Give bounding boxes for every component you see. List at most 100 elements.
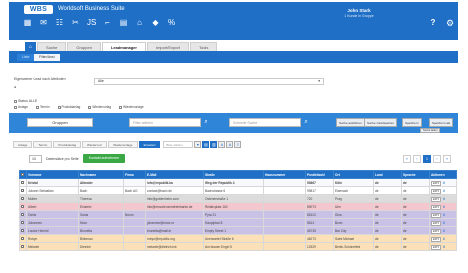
page-button[interactable]: › xyxy=(433,155,441,163)
home-icon[interactable]: ▦ xyxy=(23,18,32,27)
delete-icon[interactable]: ⨯ xyxy=(442,244,446,249)
view-option-button[interactable]: ▤ xyxy=(202,141,210,148)
quick-search-input[interactable]: Schnelle Suche xyxy=(229,118,301,127)
table-row[interactable]: Mutter Theresa info@goldenheim.com Osteners… xyxy=(19,194,457,203)
row-checkbox[interactable] xyxy=(21,180,24,184)
view-option-button[interactable]: ▥ xyxy=(210,141,218,148)
status-label[interactable]: Status ALLE xyxy=(14,99,37,103)
status-filter-option[interactable]: Anlage xyxy=(14,105,28,109)
delete-icon[interactable]: ⨯ xyxy=(442,236,446,241)
edit-button[interactable]: EDIT xyxy=(431,228,441,234)
delete-icon[interactable]: ⨯ xyxy=(442,188,446,193)
row-checkbox[interactable] xyxy=(21,236,24,240)
status-filter-checkbox[interactable] xyxy=(119,106,123,109)
page-button[interactable]: « xyxy=(403,155,411,163)
edit-button[interactable]: EDIT xyxy=(431,236,441,242)
delete-icon[interactable]: ⨯ xyxy=(442,180,446,185)
table-row[interactable]: Louise Henriot Brunetta brunetta@mail.ie Em… xyxy=(19,226,457,235)
table-row[interactable]: Johann Sebastian Bach Bach AG contact@bach.… xyxy=(19,186,457,195)
filter-search-icon[interactable]: ⌕ xyxy=(202,118,210,127)
select-all-header[interactable] xyxy=(19,170,27,179)
tab-tools[interactable]: Tools xyxy=(189,42,218,51)
quick-filter-button[interactable]: Anlage xyxy=(13,141,33,148)
tab-gruppen[interactable]: Gruppen xyxy=(67,42,101,51)
table-row[interactable]: Melanie Dietrich melanie@dietrich.ink Am bl… xyxy=(19,242,457,251)
chart-icon[interactable]: ⌐ xyxy=(103,18,112,27)
tab-leadmanager[interactable]: Leadmanager xyxy=(101,42,146,51)
settings-gear-icon[interactable]: ⚙ xyxy=(445,18,455,28)
table-row[interactable]: Osiris Gosis Noom Pyra 21 65113 Giza de de EDIT ⨯ xyxy=(19,210,457,219)
page-button[interactable]: » xyxy=(443,155,451,163)
table-row[interactable]: Albert Einstein info@emcotenzerafreiebarke… xyxy=(19,202,457,211)
status-filter-checkbox[interactable] xyxy=(88,106,92,109)
tab-home-icon[interactable]: ⌂ xyxy=(25,42,37,51)
view-option-button[interactable]: ▾ xyxy=(194,141,202,148)
tab-suche[interactable]: Suche xyxy=(37,42,67,51)
status-filter-option[interactable]: Wiedervorlage xyxy=(119,105,144,109)
status-filter-option[interactable]: Termin xyxy=(35,105,50,109)
groups-button[interactable]: Gruppen xyxy=(27,118,93,127)
delete-icon[interactable]: ⨯ xyxy=(442,212,446,217)
leads-filter-select[interactable]: Alle ▾ xyxy=(94,78,324,85)
table-row[interactable]: Johannes Moor johannes@moor.or Hauptpfad 8 5… xyxy=(19,218,457,227)
subtab-filter[interactable]: Filter/Ansi xyxy=(34,54,60,61)
run-search-button[interactable]: Suche ausführen xyxy=(336,118,365,127)
status-filter-option[interactable]: Produktanlag xyxy=(57,105,80,109)
load-search-button[interactable]: Suche laden xyxy=(420,128,441,133)
status-filter-checkbox[interactable] xyxy=(35,106,39,109)
view-option-button[interactable]: ≡ xyxy=(234,141,242,148)
row-checkbox[interactable] xyxy=(21,204,24,208)
quick-filter-button[interactable]: Wiedervorlage xyxy=(108,141,138,148)
quick-filter-select[interactable]: Bitte wählen xyxy=(163,141,194,148)
quick-filter-button[interactable]: Wiedervorl. xyxy=(82,141,108,148)
status-filter-checkbox[interactable] xyxy=(14,106,17,109)
quick-filter-button[interactable]: Termin xyxy=(33,141,53,148)
calendar-icon[interactable]: ▤ xyxy=(119,18,128,27)
view-option-button[interactable]: A xyxy=(218,141,226,148)
edit-button[interactable]: EDIT xyxy=(431,212,441,218)
save-as-button[interactable]: Speichern als xyxy=(429,118,454,127)
delete-icon[interactable]: ⨯ xyxy=(442,204,446,209)
status-filter-checkbox[interactable] xyxy=(57,106,61,109)
quick-filter-button[interactable]: Produktanlag xyxy=(53,141,82,148)
delete-icon[interactable]: ⨯ xyxy=(442,228,446,233)
edit-button[interactable]: EDIT xyxy=(431,180,441,186)
row-checkbox[interactable] xyxy=(21,244,24,248)
status-filter-option[interactable]: Wiedervorlag xyxy=(88,105,111,109)
subtab-list[interactable]: Liste xyxy=(17,54,35,61)
flag-icon[interactable]: ◆ xyxy=(151,18,160,27)
row-checkbox[interactable] xyxy=(21,228,24,232)
user-info[interactable]: John Stark 1 Kunde in Gruppe xyxy=(299,8,419,19)
edit-button[interactable]: EDIT xyxy=(431,188,441,194)
mail-icon[interactable]: ✉ xyxy=(39,18,48,27)
row-checkbox[interactable] xyxy=(21,212,24,216)
edit-button[interactable]: EDIT xyxy=(431,244,441,250)
page-button[interactable]: ‹ xyxy=(413,155,421,163)
page-button[interactable]: 1 xyxy=(423,155,431,163)
app-logo[interactable]: WBS xyxy=(24,5,53,14)
quick-search-icon[interactable]: ⌕ xyxy=(302,118,310,127)
quick-filter-button[interactable]: Erweitert xyxy=(138,141,161,148)
filter-select[interactable]: Filter wählen xyxy=(129,118,201,127)
row-checkbox[interactable] xyxy=(21,196,24,200)
status-checkbox[interactable] xyxy=(14,100,17,103)
delete-icon[interactable]: ⨯ xyxy=(442,196,446,201)
edit-button[interactable]: EDIT xyxy=(431,204,441,210)
cart-icon[interactable]: ⌂ xyxy=(135,18,144,27)
tools-icon[interactable]: ✂ xyxy=(71,18,80,27)
row-checkbox[interactable] xyxy=(21,220,24,224)
table-row[interactable]: Kristal Altmaier info@republik.ka Weg der R… xyxy=(19,178,457,187)
contacts-icon[interactable]: ☷ xyxy=(55,18,64,27)
percent-icon[interactable]: % xyxy=(167,18,176,27)
help-button[interactable]: ? xyxy=(428,18,438,28)
save-button[interactable]: Speichern xyxy=(402,118,422,127)
delete-icon[interactable]: ⨯ xyxy=(442,220,446,225)
per-page-select[interactable]: 10 xyxy=(29,154,42,163)
view-option-button[interactable]: A xyxy=(226,141,234,148)
select-all-checkbox[interactable] xyxy=(21,172,24,176)
table-row[interactable]: Robyn Birkenau robyn@republic.org Unerwarte… xyxy=(19,234,457,243)
edit-button[interactable]: EDIT xyxy=(431,196,441,202)
tab-importexport[interactable]: Import/Export xyxy=(146,42,189,51)
js-icon[interactable]: JS xyxy=(87,18,96,27)
add-contact-button[interactable]: Kontakt aufnehmen xyxy=(82,154,126,163)
